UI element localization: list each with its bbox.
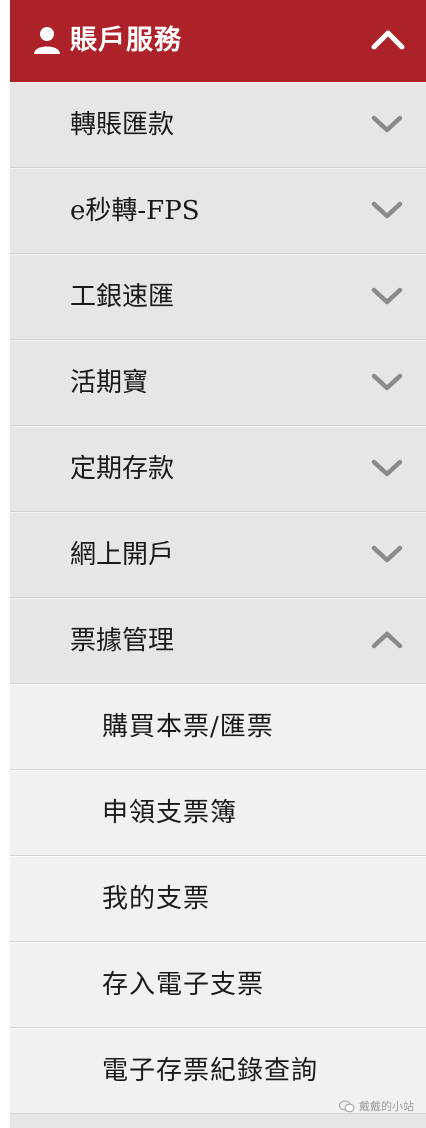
menu-item-label: e秒轉-FPS	[70, 196, 200, 226]
submenu-item-label: 申領支票簿	[102, 798, 238, 828]
menu-item-online-account-opening[interactable]: 網上開戶	[10, 512, 426, 598]
submenu-item-label: 購買本票/匯票	[102, 712, 274, 742]
account-services-menu: 賬戶服務 轉賬匯款 e秒轉-FPS 工銀速匯 活期寶 定期存款 網上開戶 票據管…	[10, 0, 426, 1128]
chevron-down-icon	[371, 287, 403, 305]
menu-item-savings-treasure[interactable]: 活期寶	[10, 340, 426, 426]
menu-item-cheque-management[interactable]: 票據管理	[10, 598, 426, 684]
menu-header-title: 賬戶服務	[70, 25, 182, 56]
menu-bottom-strip	[10, 1114, 426, 1126]
chevron-down-icon	[371, 459, 403, 477]
chevron-down-icon	[371, 373, 403, 391]
watermark: 戴戴的小站	[339, 1098, 414, 1114]
wechat-icon	[339, 1100, 355, 1112]
chevron-down-icon	[371, 545, 403, 563]
menu-item-label: 工銀速匯	[70, 282, 175, 312]
menu-item-icbc-express[interactable]: 工銀速匯	[10, 254, 426, 340]
watermark-text: 戴戴的小站	[359, 1100, 414, 1113]
menu-item-fps[interactable]: e秒轉-FPS	[10, 168, 426, 254]
submenu-item-my-cheques[interactable]: 我的支票	[10, 856, 426, 942]
menu-item-label: 活期寶	[70, 368, 149, 398]
submenu-item-label: 電子存票紀錄查詢	[102, 1056, 319, 1086]
menu-item-transfer-remittance[interactable]: 轉賬匯款	[10, 82, 426, 168]
menu-item-label: 票據管理	[70, 626, 175, 656]
user-icon	[34, 27, 60, 54]
menu-item-time-deposit[interactable]: 定期存款	[10, 426, 426, 512]
chevron-down-icon	[371, 115, 403, 133]
submenu-item-deposit-e-cheque[interactable]: 存入電子支票	[10, 942, 426, 1028]
submenu-item-label: 存入電子支票	[102, 970, 265, 1000]
submenu-item-label: 我的支票	[102, 884, 211, 914]
chevron-up-icon	[371, 631, 403, 649]
menu-item-label: 網上開戶	[70, 540, 175, 570]
chevron-down-icon	[371, 201, 403, 219]
menu-item-label: 定期存款	[70, 454, 175, 484]
chevron-up-icon[interactable]	[370, 27, 406, 51]
menu-item-label: 轉賬匯款	[70, 110, 175, 140]
menu-header-account-services[interactable]: 賬戶服務	[10, 0, 426, 82]
submenu-item-request-chequebook[interactable]: 申領支票簿	[10, 770, 426, 856]
submenu-item-buy-cashier-order[interactable]: 購買本票/匯票	[10, 684, 426, 770]
